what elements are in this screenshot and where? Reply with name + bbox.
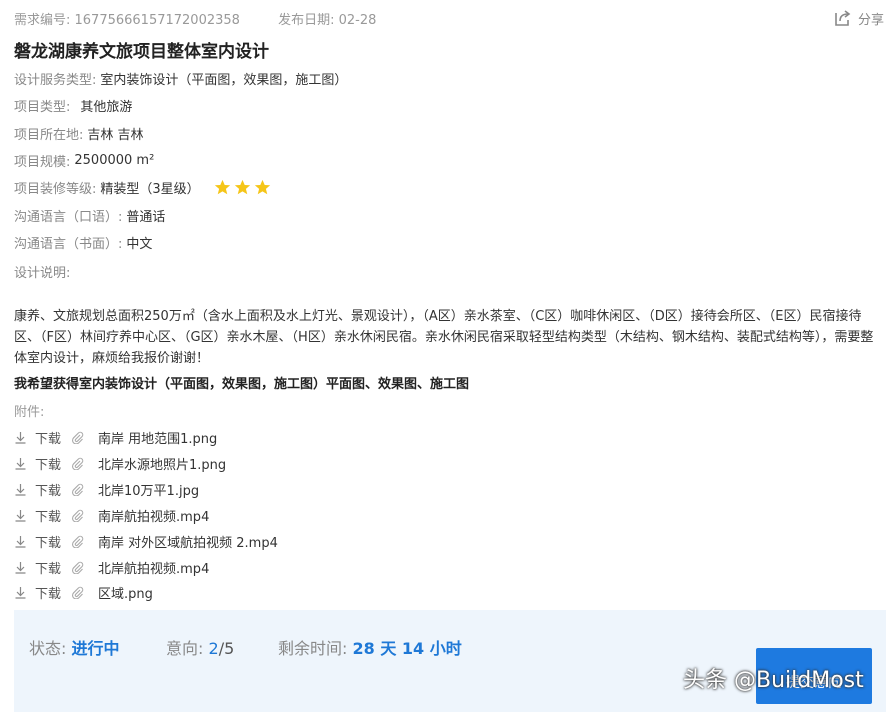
attachment-filename[interactable]: 区域.png bbox=[98, 583, 153, 602]
field-value: 普通话 bbox=[126, 210, 166, 225]
attachment-item: 下载 南岸 用地范围1.png bbox=[14, 426, 217, 448]
share-label: 分享 bbox=[857, 12, 884, 28]
intent-current: 2 bbox=[208, 639, 219, 658]
field-value: 其他旅游 bbox=[80, 100, 133, 115]
star-icon bbox=[254, 179, 270, 195]
download-label: 下载 bbox=[35, 535, 62, 551]
attachments-label: 附件: bbox=[14, 405, 45, 420]
field-value: 室内装饰设计（平面图，效果图，施工图） bbox=[100, 73, 348, 88]
attachment-filename[interactable]: 南岸 用地范围1.png bbox=[98, 428, 217, 447]
field-location: 项目所在地: 吉林 吉林 bbox=[14, 124, 144, 143]
download-button[interactable]: 下载 bbox=[14, 558, 61, 577]
field-label: 项目装修等级: bbox=[14, 182, 97, 197]
paperclip-icon bbox=[72, 457, 84, 470]
download-button[interactable]: 下载 bbox=[14, 454, 61, 473]
paperclip-icon bbox=[72, 509, 84, 522]
field-project-type: 项目类型: 其他旅游 bbox=[14, 96, 132, 115]
share-button[interactable]: 分享 bbox=[833, 8, 884, 28]
download-icon bbox=[15, 457, 26, 470]
download-label: 下载 bbox=[35, 457, 62, 473]
download-label: 下载 bbox=[35, 586, 62, 602]
field-value: 吉林 吉林 bbox=[87, 128, 144, 143]
paperclip-icon bbox=[72, 431, 84, 444]
download-icon bbox=[15, 483, 26, 496]
paperclip-icon bbox=[72, 561, 84, 574]
design-wish: 我希望获得室内装饰设计（平面图，效果图，施工图）平面图、效果图、施工图 bbox=[14, 377, 470, 392]
status-indicator: 状态: 进行中 bbox=[29, 635, 120, 659]
meta-row: 需求编号: 16775666157172002358 发布日期: 02-28 bbox=[14, 9, 410, 28]
attachment-filename[interactable]: 北岸10万平1.jpg bbox=[98, 480, 199, 499]
download-label: 下载 bbox=[35, 561, 62, 577]
download-icon bbox=[15, 586, 26, 599]
attachment-item: 下载 北岸水源地照片1.png bbox=[14, 452, 226, 474]
download-icon bbox=[15, 431, 26, 444]
star-icon bbox=[214, 179, 230, 195]
field-label: 项目类型: bbox=[14, 100, 71, 115]
field-label: 设计说明: bbox=[14, 266, 71, 281]
status-label: 状态: bbox=[29, 639, 67, 658]
attachment-filename[interactable]: 南岸航拍视频.mp4 bbox=[98, 506, 209, 525]
time-value: 28 天 14 小时 bbox=[352, 639, 462, 658]
status-bar: 状态: 进行中 意向: 2/5 剩余时间: 28 天 14 小时 提交意向 bbox=[14, 610, 886, 712]
download-button[interactable]: 下载 bbox=[14, 506, 61, 525]
download-icon bbox=[15, 561, 26, 574]
request-number: 需求编号: 16775666157172002358 bbox=[14, 13, 240, 28]
field-label: 沟通语言（口语）: bbox=[14, 210, 123, 225]
download-icon bbox=[15, 509, 26, 522]
intent-indicator: 意向: 2/5 bbox=[166, 635, 234, 659]
download-button[interactable]: 下载 bbox=[14, 583, 61, 602]
paperclip-icon bbox=[72, 535, 84, 548]
field-decoration-level: 项目装修等级: 精装型（3星级） bbox=[14, 178, 271, 197]
field-label: 项目规模: bbox=[14, 155, 71, 170]
attachment-filename[interactable]: 北岸航拍视频.mp4 bbox=[98, 558, 209, 577]
field-value: 2500000 m² bbox=[74, 153, 155, 168]
watermark: 头条 @BuildMost bbox=[683, 668, 864, 693]
attachment-item: 下载 南岸航拍视频.mp4 bbox=[14, 504, 209, 526]
field-label: 沟通语言（书面）: bbox=[14, 237, 123, 252]
attachment-filename[interactable]: 北岸水源地照片1.png bbox=[98, 454, 226, 473]
design-description: 康养、文旅规划总面积250万㎡（含水上面积及水上灯光、景观设计），（A区）亲水茶… bbox=[14, 309, 874, 366]
field-scale: 项目规模: 2500000 m² bbox=[14, 151, 154, 170]
intent-total: /5 bbox=[218, 639, 235, 658]
time-label: 剩余时间: bbox=[278, 639, 348, 658]
attachment-filename[interactable]: 南岸 对外区域航拍视频 2.mp4 bbox=[98, 532, 278, 551]
star-rating bbox=[214, 179, 271, 196]
paperclip-icon bbox=[72, 586, 84, 599]
download-button[interactable]: 下载 bbox=[14, 428, 61, 447]
field-design-notes: 设计说明: bbox=[14, 262, 70, 281]
page-title: 磐龙湖康养文旅项目整体室内设计 bbox=[14, 42, 269, 62]
time-remaining: 剩余时间: 28 天 14 小时 bbox=[278, 635, 462, 659]
download-button[interactable]: 下载 bbox=[14, 532, 61, 551]
attachment-item: 下载 北岸10万平1.jpg bbox=[14, 478, 199, 500]
paperclip-icon bbox=[72, 483, 84, 496]
field-value: 中文 bbox=[126, 237, 153, 252]
download-label: 下载 bbox=[35, 509, 62, 525]
download-button[interactable]: 下载 bbox=[14, 480, 61, 499]
field-label: 设计服务类型: bbox=[14, 73, 97, 88]
download-label: 下载 bbox=[35, 483, 62, 499]
attachment-item: 下载 北岸航拍视频.mp4 bbox=[14, 556, 209, 578]
intent-label: 意向: bbox=[166, 639, 204, 658]
share-icon bbox=[835, 10, 851, 26]
download-icon bbox=[15, 535, 26, 548]
star-icon bbox=[234, 179, 250, 195]
field-service-type: 设计服务类型: 室内装饰设计（平面图，效果图，施工图） bbox=[14, 69, 347, 88]
attachment-item: 下载 区域.png bbox=[14, 581, 153, 603]
field-value: 精装型（3星级） bbox=[100, 182, 200, 197]
attachment-item: 下载 南岸 对外区域航拍视频 2.mp4 bbox=[14, 530, 278, 552]
status-value: 进行中 bbox=[71, 639, 120, 658]
field-label: 项目所在地: bbox=[14, 128, 84, 143]
field-spoken-language: 沟通语言（口语）: 普通话 bbox=[14, 206, 165, 225]
publish-date: 发布日期: 02-28 bbox=[278, 13, 377, 28]
field-written-language: 沟通语言（书面）: 中文 bbox=[14, 233, 152, 252]
download-label: 下载 bbox=[35, 431, 62, 447]
